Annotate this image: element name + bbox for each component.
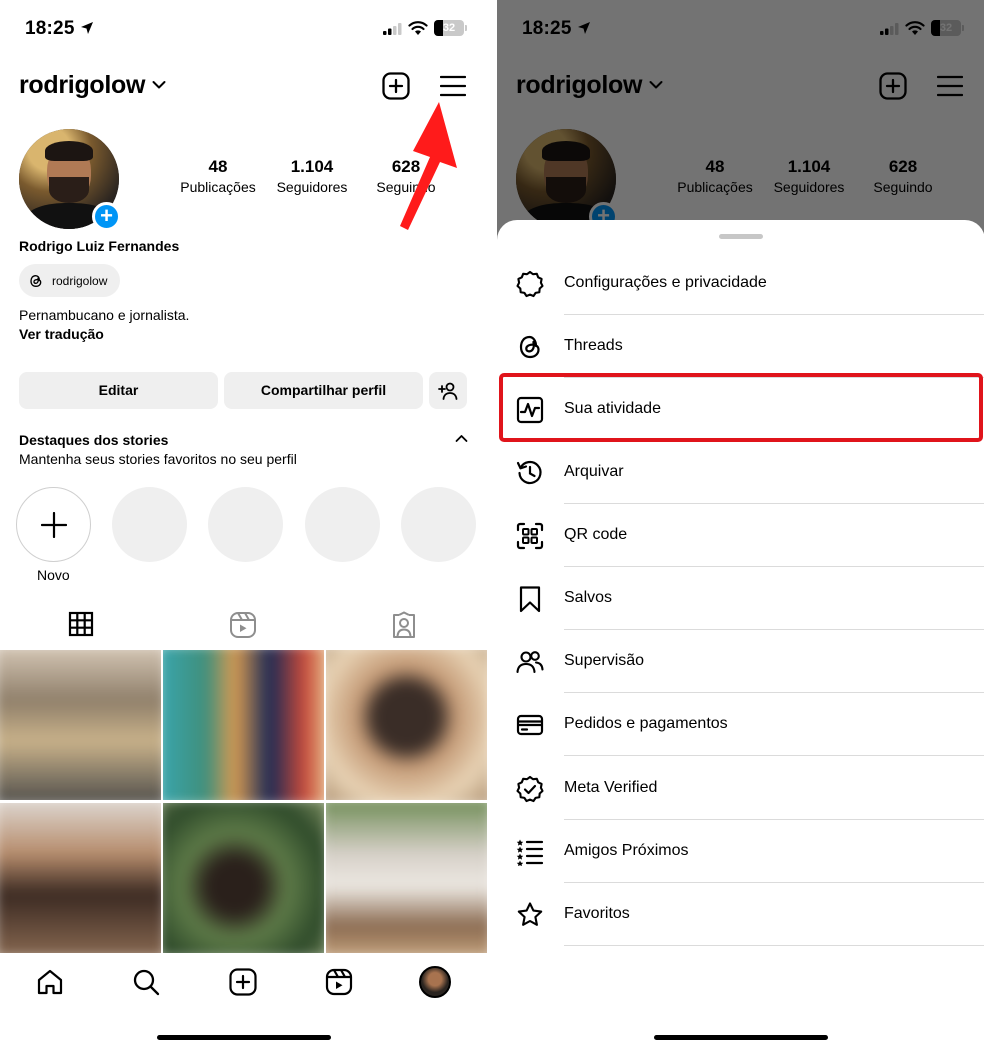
menu-item-saved[interactable]: Salvos	[497, 567, 984, 630]
stat-label: Publicações	[180, 179, 256, 195]
create-post-icon[interactable]	[382, 72, 410, 100]
wifi-icon	[408, 21, 428, 35]
menu-item-meta-verified[interactable]: Meta Verified	[497, 757, 984, 820]
reels-icon[interactable]	[325, 968, 353, 996]
home-icon[interactable]	[36, 968, 64, 996]
stat-value: 48	[208, 157, 228, 176]
profile-full-name: Rodrigo Luiz Fernandes	[19, 238, 180, 254]
post-thumbnail[interactable]	[163, 650, 324, 800]
menu-item-qr-code[interactable]: QR code	[497, 504, 984, 567]
menu-item-threads[interactable]: Threads	[497, 315, 984, 378]
menu-item-label: QR code	[564, 526, 628, 543]
search-icon[interactable]	[132, 968, 160, 996]
highlights-subtitle: Mantenha seus stories favoritos no seu p…	[19, 451, 297, 467]
menu-item-settings[interactable]: Configurações e privacidade	[497, 252, 984, 315]
discover-people-button[interactable]	[429, 372, 467, 409]
menu-item-favorites[interactable]: Favoritos	[497, 883, 984, 946]
stat-value: 1.104	[290, 157, 334, 176]
menu-item-label: Pedidos e pagamentos	[564, 715, 728, 732]
profile-username[interactable]: rodrigolow	[19, 71, 145, 100]
home-indicator	[157, 1035, 331, 1040]
menu-item-label: Threads	[564, 337, 623, 354]
stat-followers[interactable]: 1.104 Seguidores	[262, 157, 362, 195]
add-person-icon	[438, 382, 458, 400]
threads-handle: rodrigolow	[52, 273, 108, 288]
post-thumbnail[interactable]	[0, 650, 161, 800]
status-time: 18:25	[25, 18, 75, 39]
highlight-placeholder	[112, 487, 187, 562]
plus-icon	[41, 512, 67, 538]
cellular-signal-icon	[383, 23, 402, 35]
post-thumbnail[interactable]	[326, 803, 487, 953]
card-icon	[516, 714, 544, 736]
threads-icon	[30, 274, 42, 287]
post-thumbnail[interactable]	[163, 803, 324, 953]
highlight-placeholder	[208, 487, 283, 562]
reels-tab-icon[interactable]	[229, 611, 257, 639]
edit-profile-button[interactable]: Editar	[19, 372, 218, 409]
supervision-icon	[516, 651, 544, 674]
highlight-placeholder	[401, 487, 476, 562]
post-thumbnail[interactable]	[0, 803, 161, 953]
menu-item-supervision[interactable]: Supervisão	[497, 630, 984, 693]
chevron-down-icon[interactable]	[152, 80, 166, 90]
bookmark-icon	[519, 586, 541, 613]
verified-icon	[516, 775, 544, 803]
threads-icon	[519, 335, 540, 359]
location-arrow-icon	[81, 22, 93, 34]
create-icon[interactable]	[229, 968, 257, 996]
new-highlight-button[interactable]	[16, 487, 91, 562]
stat-posts[interactable]: 48 Publicações	[168, 157, 268, 195]
highlight-placeholder	[305, 487, 380, 562]
menu-item-label: Configurações e privacidade	[564, 274, 767, 291]
hamburger-menu-icon[interactable]	[440, 75, 466, 97]
menu-item-label: Supervisão	[564, 652, 645, 669]
tagged-tab-icon[interactable]	[390, 611, 418, 639]
settings-bottom-sheet: Configurações e privacidade Threads Sua …	[497, 220, 984, 1051]
profile-screen: 18:25 32 rodrigolow + 48 Publicações 1.1…	[0, 0, 488, 1051]
stat-label: Seguidores	[276, 179, 348, 195]
highlight-box-your-activity	[499, 373, 983, 442]
profile-bio: Pernambucano e jornalista. Ver tradução	[19, 306, 189, 344]
menu-item-label: Meta Verified	[564, 779, 658, 796]
home-indicator	[654, 1035, 828, 1040]
profile-tab-avatar[interactable]	[419, 966, 451, 998]
menu-item-label: Amigos Próximos	[564, 842, 689, 859]
sheet-grabber[interactable]	[719, 234, 763, 239]
posts-grid	[0, 650, 488, 953]
close-friends-icon	[516, 839, 544, 866]
menu-item-label: Favoritos	[564, 905, 630, 922]
post-thumbnail[interactable]	[326, 650, 487, 800]
menu-item-archive[interactable]: Arquivar	[497, 441, 984, 504]
threads-badge[interactable]: rodrigolow	[19, 264, 121, 297]
status-bar: 18:25 32	[0, 0, 488, 58]
annotation-arrow-icon	[400, 102, 457, 230]
qr-code-icon	[516, 522, 544, 550]
battery-level: 32	[442, 22, 456, 34]
menu-item-label: Salvos	[564, 589, 613, 606]
grid-tab-icon[interactable]	[68, 611, 94, 637]
profile-menu-screen: 18:25 32 rodrigolow + 48 Publicações 1.1…	[497, 0, 984, 1051]
settings-icon	[516, 270, 544, 298]
star-icon	[517, 902, 543, 926]
chevron-up-icon[interactable]	[455, 434, 468, 443]
translate-link[interactable]: Ver tradução	[19, 325, 189, 344]
menu-item-label: Arquivar	[564, 463, 624, 480]
new-highlight-label: Novo	[37, 567, 70, 583]
bio-text: Pernambucano e jornalista.	[19, 307, 190, 323]
highlights-title: Destaques dos stories	[19, 432, 169, 448]
menu-item-orders-payments[interactable]: Pedidos e pagamentos	[497, 693, 984, 756]
menu-item-close-friends[interactable]: Amigos Próximos	[497, 820, 984, 883]
share-profile-button[interactable]: Compartilhar perfil	[224, 372, 423, 409]
archive-icon	[516, 460, 542, 485]
battery-indicator: 32	[434, 20, 467, 36]
add-story-plus-icon[interactable]: +	[92, 202, 121, 231]
panel-divider	[488, 0, 497, 1051]
